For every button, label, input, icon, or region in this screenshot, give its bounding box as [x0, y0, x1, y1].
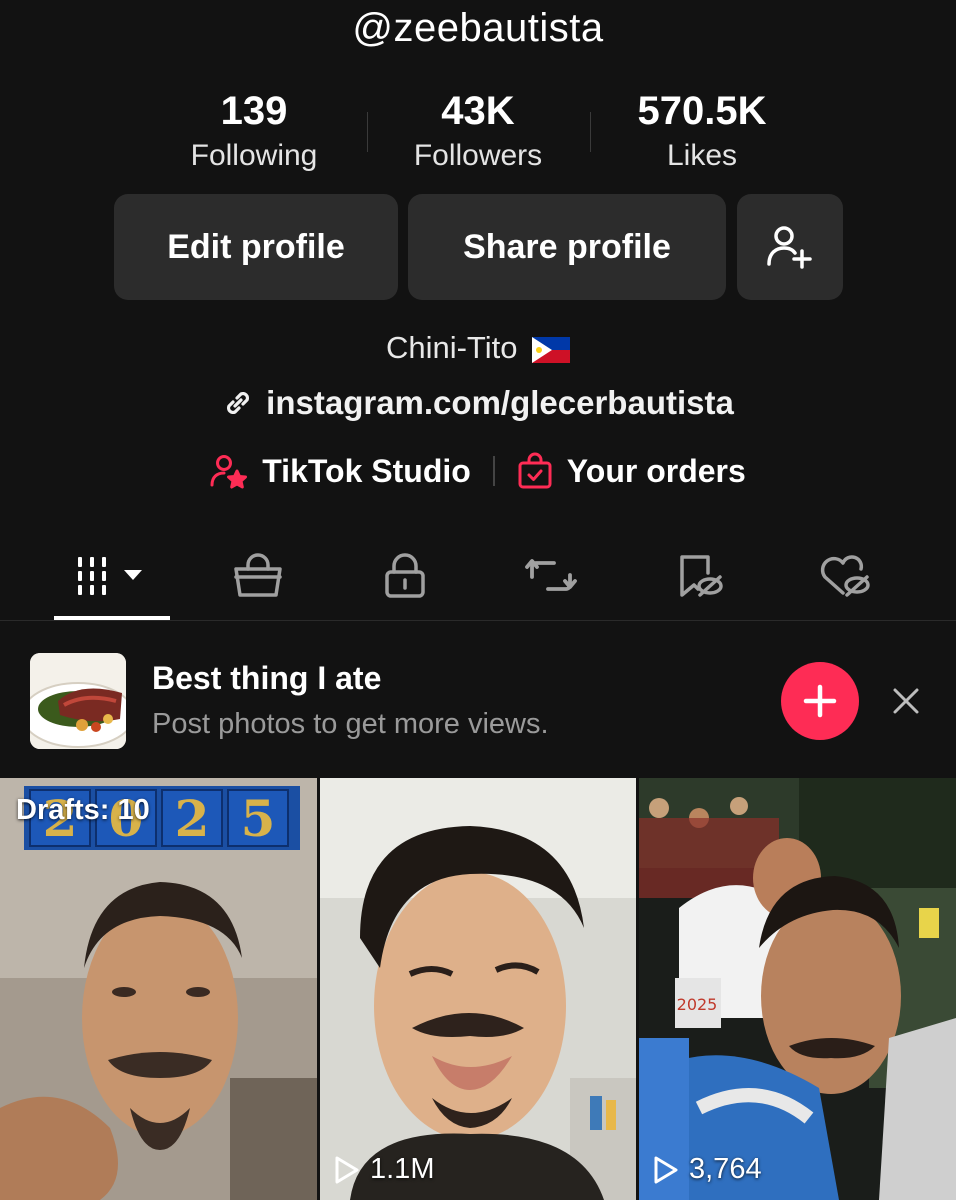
tiktok-studio-link[interactable]: TikTok Studio — [210, 453, 471, 490]
tab-reposts[interactable] — [511, 540, 591, 612]
tab-favorites[interactable] — [660, 540, 740, 612]
grid-videos-icon — [78, 557, 142, 595]
video-thumbnail[interactable]: 2025 3,764 — [639, 778, 956, 1200]
stat-likes[interactable]: 570.5K Likes — [602, 88, 802, 178]
followers-label: Followers — [413, 139, 543, 172]
view-count: 1.1M — [334, 1153, 434, 1186]
drafts-preview-image: 2 0 2 5 — [0, 778, 317, 1200]
view-count-text: 1.1M — [370, 1153, 435, 1185]
studio-icon — [210, 455, 248, 489]
close-icon — [893, 688, 919, 714]
likes-label: Likes — [666, 139, 738, 172]
tab-videos[interactable] — [54, 540, 170, 612]
svg-text:2: 2 — [175, 789, 210, 848]
svg-text:2025: 2025 — [677, 995, 718, 1014]
dismiss-banner-button[interactable] — [888, 683, 924, 719]
philippines-flag-icon — [532, 336, 571, 363]
drafts-thumbnail[interactable]: 2 0 2 5 Drafts: 10 — [0, 778, 317, 1200]
play-icon — [335, 1156, 359, 1183]
promo-subtitle: Post photos to get more views. — [152, 708, 549, 740]
share-profile-button[interactable]: Share profile — [408, 194, 726, 300]
promo-title: Best thing I ate — [152, 660, 382, 696]
profile-bio: Chini-Tito — [0, 330, 956, 366]
svg-text:5: 5 — [241, 789, 276, 848]
video-preview-image — [320, 778, 636, 1200]
profile-tabs — [0, 540, 956, 622]
hidden-liked-icon — [820, 555, 870, 597]
orders-bag-icon — [518, 452, 552, 489]
following-label: Following — [190, 139, 318, 172]
shortcut-row: TikTok Studio Your orders — [0, 452, 956, 490]
suggestion-banner[interactable]: Best thing I ate Post photos to get more… — [0, 632, 956, 772]
link-icon — [227, 391, 250, 415]
video-thumbnail[interactable]: 1.1M — [320, 778, 636, 1200]
plus-icon — [803, 684, 837, 718]
stat-divider — [590, 112, 591, 152]
likes-count: 570.5K — [637, 89, 767, 133]
add-post-button[interactable] — [781, 662, 859, 740]
tiktok-studio-label: TikTok Studio — [262, 452, 471, 489]
profile-link[interactable]: instagram.com/glecerbautista — [0, 384, 956, 422]
your-orders-link[interactable]: Your orders — [517, 452, 746, 490]
profile-username: @zeebautista — [352, 6, 604, 50]
tab-shop[interactable] — [218, 540, 298, 612]
video-grid: 2 0 2 5 Drafts: 10 1.1M 2025 3,764 — [0, 778, 956, 1200]
add-user-icon — [767, 226, 812, 269]
steak-thumbnail — [30, 653, 126, 749]
video-preview-image: 2025 — [639, 778, 956, 1200]
stat-divider — [367, 112, 368, 152]
tab-private[interactable] — [365, 540, 445, 612]
lock-icon — [385, 553, 425, 598]
your-orders-label: Your orders — [566, 452, 746, 489]
profile-stats: 139 Following 43K Followers 570.5K Likes — [0, 88, 956, 180]
shortcut-divider — [492, 456, 495, 486]
tabs-divider — [0, 620, 956, 621]
drafts-count-label: Drafts: 10 — [16, 794, 150, 826]
bio-text: Chini-Tito — [385, 330, 518, 365]
edit-profile-button[interactable]: Edit profile — [114, 194, 398, 300]
add-friend-button[interactable] — [737, 194, 843, 300]
repost-icon — [525, 559, 577, 591]
play-icon — [654, 1156, 678, 1183]
view-count-text: 3,764 — [689, 1153, 762, 1185]
view-count: 3,764 — [653, 1153, 762, 1186]
link-text: instagram.com/glecerbautista — [266, 384, 734, 421]
following-count: 139 — [220, 89, 288, 133]
followers-count: 43K — [441, 89, 515, 133]
tab-liked[interactable] — [805, 540, 885, 612]
shop-bag-icon — [234, 553, 282, 597]
stat-following[interactable]: 139 Following — [154, 88, 354, 178]
stat-followers[interactable]: 43K Followers — [378, 88, 578, 178]
hidden-favorites-icon — [680, 555, 723, 597]
